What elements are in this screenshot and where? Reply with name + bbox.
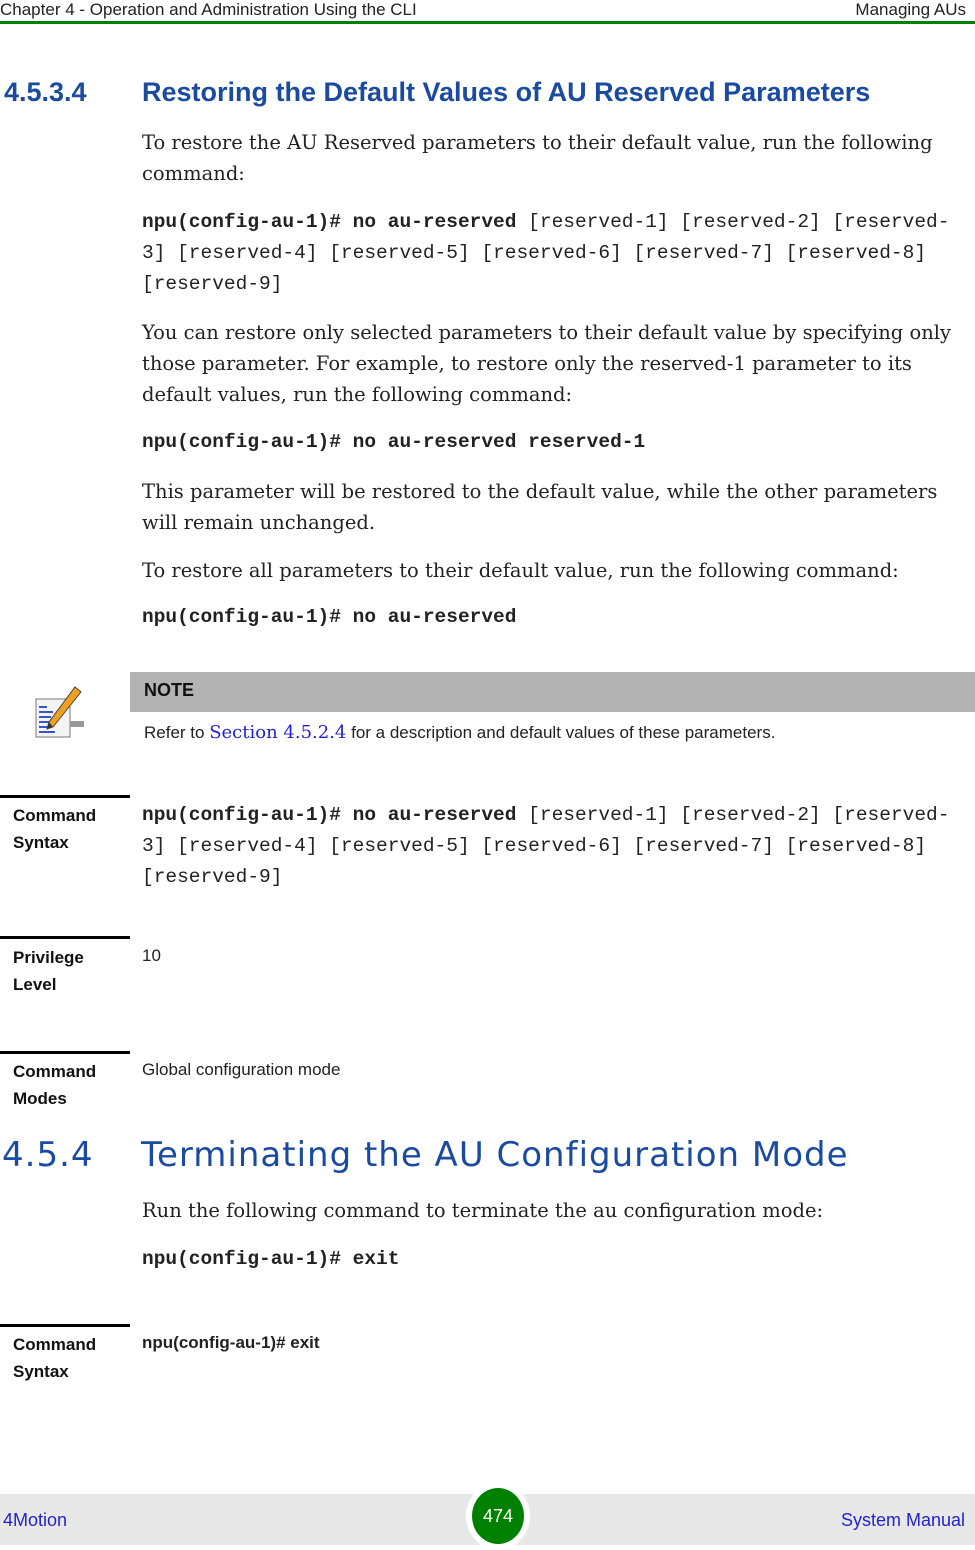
page-footer: 4Motion 474 System Manual	[0, 1482, 975, 1550]
note-pencil-icon	[35, 685, 85, 739]
command-syntax-label: Command Syntax	[13, 806, 97, 852]
command-syntax-value-2: npu(config-au-1)# exit	[142, 1333, 320, 1352]
header-divider	[0, 21, 975, 24]
command-modes-label: Command Modes	[13, 1062, 97, 1108]
command-bold: npu(config-au-1)# exit	[142, 1248, 400, 1270]
section-number: 4.5.4	[2, 1135, 94, 1175]
code-block-command-2: npu(config-au-1)# no au-reserved reserve…	[142, 427, 972, 458]
table-rule	[0, 936, 130, 939]
table-rule	[0, 1051, 130, 1054]
code-block-command-3: npu(config-au-1)# no au-reserved	[142, 602, 972, 633]
privilege-level-value: 10	[142, 946, 161, 965]
command-modes-value: Global configuration mode	[142, 1060, 341, 1079]
command-syntax-value: npu(config-au-1)# no au-reserved [reserv…	[142, 800, 972, 893]
code-block-exit: npu(config-au-1)# exit	[142, 1244, 972, 1275]
page-number: 474	[472, 1488, 524, 1544]
code-block-command: npu(config-au-1)# no au-reserved [reserv…	[142, 207, 972, 300]
note-title: NOTE	[144, 680, 195, 700]
note-header-bar	[130, 672, 975, 712]
section-heading-454: 4.5.4 Terminating the AU Configuration Mo…	[2, 1135, 849, 1175]
section-title: Terminating the AU Configuration Mode	[141, 1135, 849, 1175]
command-bold: npu(config-au-1)# no au-reserved	[142, 804, 517, 826]
paragraph-restore-all: To restore all parameters to their defau…	[142, 559, 899, 582]
section-name: Managing AUs	[855, 0, 966, 19]
chapter-title: Chapter 4 - Operation and Administration…	[0, 0, 417, 19]
paragraph-intro: To restore the AU Reserved parameters to…	[142, 131, 933, 185]
table-rule	[0, 795, 130, 798]
command-bold: npu(config-au-1)# no au-reserved	[142, 606, 517, 628]
manual-name: System Manual	[840, 1510, 965, 1530]
privilege-level-label: Privilege Level	[13, 948, 84, 994]
section-title: Restoring the Default Values of AU Reser…	[142, 77, 871, 107]
section-link[interactable]: Section 4.5.2.4	[209, 722, 346, 743]
paragraph-restored: This parameter will be restored to the d…	[142, 480, 938, 534]
note-text-after: for a description and default values of …	[346, 723, 776, 742]
note-text: Refer to Section 4.5.2.4 for a descripti…	[144, 722, 775, 743]
command-syntax-label-2: Command Syntax	[13, 1335, 97, 1381]
table-rule	[0, 1324, 130, 1327]
product-name: 4Motion	[3, 1510, 68, 1530]
page-header: Chapter 4 - Operation and Administration…	[0, 0, 975, 22]
note-text-before: Refer to	[144, 723, 210, 742]
paragraph-terminate: Run the following command to terminate t…	[142, 1199, 824, 1222]
paragraph-selected: You can restore only selected parameters…	[142, 321, 952, 406]
command-bold: npu(config-au-1)# no au-reserved reserve…	[142, 431, 646, 453]
section-heading-4534: 4.5.3.4 Restoring the Default Values of A…	[4, 77, 870, 108]
section-number: 4.5.3.4	[4, 77, 87, 107]
command-bold: npu(config-au-1)# no au-reserved	[142, 211, 517, 233]
